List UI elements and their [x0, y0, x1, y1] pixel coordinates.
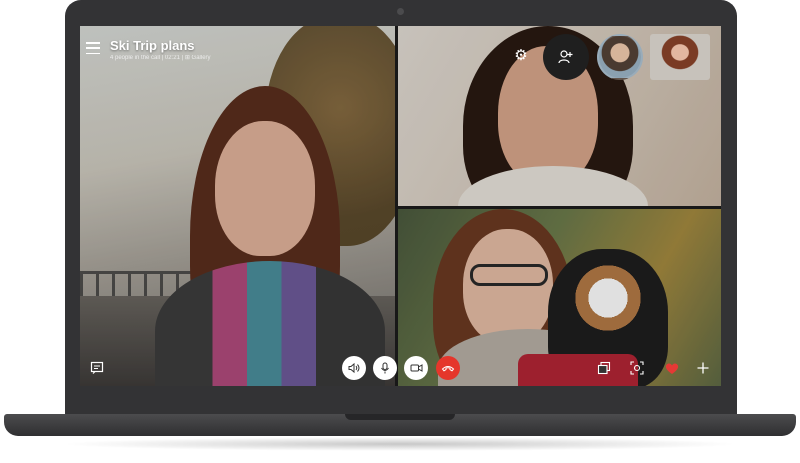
self-view-thumbnail[interactable] [650, 34, 710, 80]
snapshot-button[interactable] [629, 360, 645, 376]
participant-thumbnail-1[interactable] [597, 34, 643, 80]
microphone-icon [381, 362, 389, 374]
add-people-button[interactable] [543, 34, 589, 80]
chat-button[interactable] [89, 360, 105, 376]
gear-icon[interactable]: ⚙ [513, 48, 529, 64]
end-call-button[interactable] [436, 356, 460, 380]
call-title: Ski Trip plans [110, 38, 195, 53]
call-subtitle: 4 people in the call | 02:21 | ⊞ Gallery [110, 55, 211, 61]
speaker-icon [348, 362, 360, 374]
share-screen-button[interactable] [596, 360, 612, 376]
call-info: Ski Trip plans 4 people in the call | 02… [110, 38, 211, 63]
volume-button[interactable] [342, 356, 366, 380]
share-screen-icon [597, 361, 611, 375]
heart-icon [665, 363, 679, 374]
plus-icon [697, 362, 709, 374]
video-button[interactable] [404, 356, 428, 380]
call-header: Ski Trip plans 4 people in the call | 02… [86, 38, 211, 63]
video-camera-icon [410, 364, 422, 372]
hamburger-menu-icon[interactable] [86, 41, 100, 55]
call-screen: Ski Trip plans 4 people in the call | 02… [80, 26, 721, 386]
chat-icon [90, 361, 104, 374]
overlay-dim [80, 26, 721, 386]
microphone-button[interactable] [373, 356, 397, 380]
snapshot-icon [630, 361, 644, 375]
more-options-button[interactable] [694, 359, 712, 377]
add-person-icon [558, 50, 573, 64]
react-heart-button[interactable] [663, 359, 681, 377]
laptop-shadow [60, 437, 740, 451]
hang-up-icon [441, 366, 455, 372]
webcam [397, 8, 404, 15]
laptop-notch [345, 414, 455, 420]
